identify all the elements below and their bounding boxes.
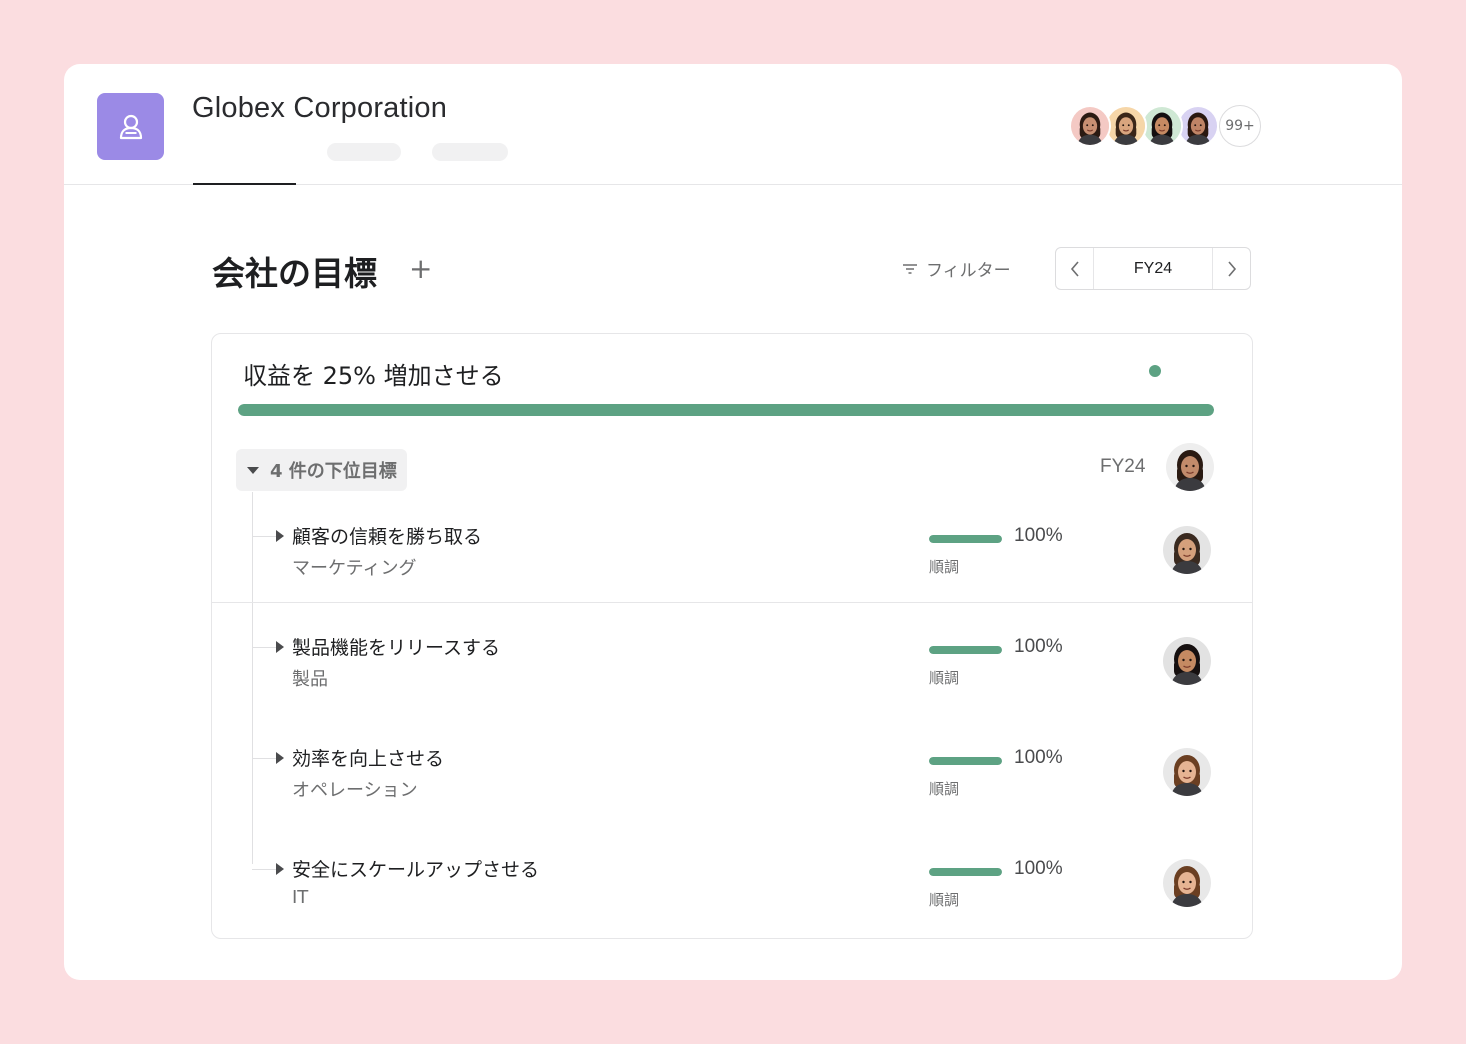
member-avatar[interactable] [1069, 105, 1111, 147]
subgoal-percent: 100% [1014, 747, 1063, 768]
chevron-left-icon [1070, 260, 1079, 277]
add-goal-button[interactable]: + [409, 252, 432, 285]
subgoal-row[interactable]: 顧客の信頼を勝ち取るマーケティング 100% 順調 [212, 508, 1252, 598]
subgoal-owner-avatar[interactable] [1163, 637, 1211, 685]
active-tab-indicator [193, 183, 296, 185]
subgoal-name[interactable]: 安全にスケールアップさせる [292, 855, 539, 882]
subgoal-progress-bar [929, 868, 1002, 876]
member-avatar[interactable] [1141, 105, 1183, 147]
row-divider [212, 602, 1252, 603]
subgoal-owner-avatar[interactable] [1163, 526, 1211, 574]
person-portrait-icon [1163, 637, 1211, 685]
subgoal-team: マーケティング [292, 558, 417, 579]
caret-down-icon [247, 467, 259, 474]
app-window: Globex Corporation 99+ 会社の目標 + フィルター FY2… [64, 64, 1402, 980]
goal-progress-bar [238, 404, 1214, 416]
subgoal-status: 順調 [929, 558, 960, 576]
member-avatars[interactable]: 99+ [1069, 104, 1261, 148]
goal-title[interactable]: 収益を 25% 増加させる [243, 356, 504, 391]
subgoal-name[interactable]: 製品機能をリリースする [292, 633, 500, 660]
subgoal-percent: 100% [1014, 525, 1063, 546]
subgoal-team: IT [292, 887, 309, 908]
goal-status-dot [1149, 365, 1161, 377]
person-portrait-icon [1163, 748, 1211, 796]
subgoal-owner-avatar[interactable] [1163, 748, 1211, 796]
person-portrait-icon [1143, 107, 1181, 145]
subgoal-row[interactable]: 効率を向上させるオペレーション 100% 順調 [212, 730, 1252, 820]
subgoal-team: オペレーション [292, 780, 418, 801]
subgoal-progress-bar [929, 646, 1002, 654]
org-name: Globex Corporation [192, 92, 448, 124]
subgoal-progress-fill [929, 646, 1002, 654]
person-portrait-icon [1166, 443, 1214, 491]
tree-branch [252, 869, 276, 870]
subgoal-name[interactable]: 顧客の信頼を勝ち取る [292, 522, 482, 549]
subgoals-toggle-label: 4 件の下位目標 [270, 461, 397, 482]
subgoal-status: 順調 [929, 891, 960, 909]
subgoal-progress-fill [929, 535, 1002, 543]
people-icon [119, 114, 142, 139]
organization-icon[interactable] [97, 93, 164, 160]
subgoal-name[interactable]: 効率を向上させる [292, 744, 444, 771]
period-value[interactable]: FY24 [1094, 248, 1212, 289]
page-title: 会社の目標 [212, 254, 377, 293]
next-period-button[interactable] [1212, 248, 1250, 289]
goal-period: FY24 [1100, 456, 1146, 477]
subgoal-progress-bar [929, 757, 1002, 765]
person-portrait-icon [1071, 107, 1109, 145]
tab-placeholder[interactable] [432, 143, 508, 161]
subgoal-row[interactable]: 製品機能をリリースする製品 100% 順調 [212, 619, 1252, 709]
subgoal-status: 順調 [929, 669, 960, 687]
person-portrait-icon [1107, 107, 1145, 145]
previous-period-button[interactable] [1056, 248, 1094, 289]
goal-card[interactable]: 収益を 25% 増加させる 4 件の下位目標 FY24 顧客の信頼を勝ち取るマー… [211, 333, 1253, 939]
subgoals-toggle[interactable]: 4 件の下位目標 [236, 449, 407, 491]
expand-caret-icon[interactable] [276, 752, 284, 764]
tree-branch [252, 647, 276, 648]
goal-owner-avatar[interactable] [1166, 443, 1214, 491]
subgoal-row[interactable]: 安全にスケールアップさせる IT 100% 順調 [212, 841, 1252, 931]
chevron-right-icon [1227, 260, 1236, 277]
tab-placeholder[interactable] [327, 143, 401, 161]
person-portrait-icon [1163, 526, 1211, 574]
person-portrait-icon [1179, 107, 1217, 145]
member-avatar-list [1069, 105, 1219, 147]
expand-caret-icon[interactable] [276, 530, 284, 542]
subgoal-progress-bar [929, 535, 1002, 543]
period-selector: FY24 [1055, 247, 1251, 290]
subgoal-status: 順調 [929, 780, 960, 798]
expand-caret-icon[interactable] [276, 641, 284, 653]
tree-branch [252, 536, 276, 537]
subgoal-owner-avatar[interactable] [1163, 859, 1211, 907]
tree-branch [252, 758, 276, 759]
filter-label: フィルター [926, 261, 1011, 281]
subgoal-progress-fill [929, 757, 1002, 765]
person-portrait-icon [1163, 859, 1211, 907]
member-avatar[interactable] [1177, 105, 1219, 147]
filter-icon [903, 263, 917, 274]
expand-caret-icon[interactable] [276, 863, 284, 875]
subgoal-percent: 100% [1014, 858, 1063, 879]
org-header: Globex Corporation 99+ [64, 64, 1402, 185]
subgoal-percent: 100% [1014, 636, 1063, 657]
subgoal-team: 製品 [292, 669, 328, 690]
subgoal-progress-fill [929, 868, 1002, 876]
goal-progress-fill [238, 404, 1214, 416]
filter-button[interactable]: フィルター [902, 256, 1011, 281]
member-avatar[interactable] [1105, 105, 1147, 147]
members-more-badge[interactable]: 99+ [1219, 105, 1261, 147]
